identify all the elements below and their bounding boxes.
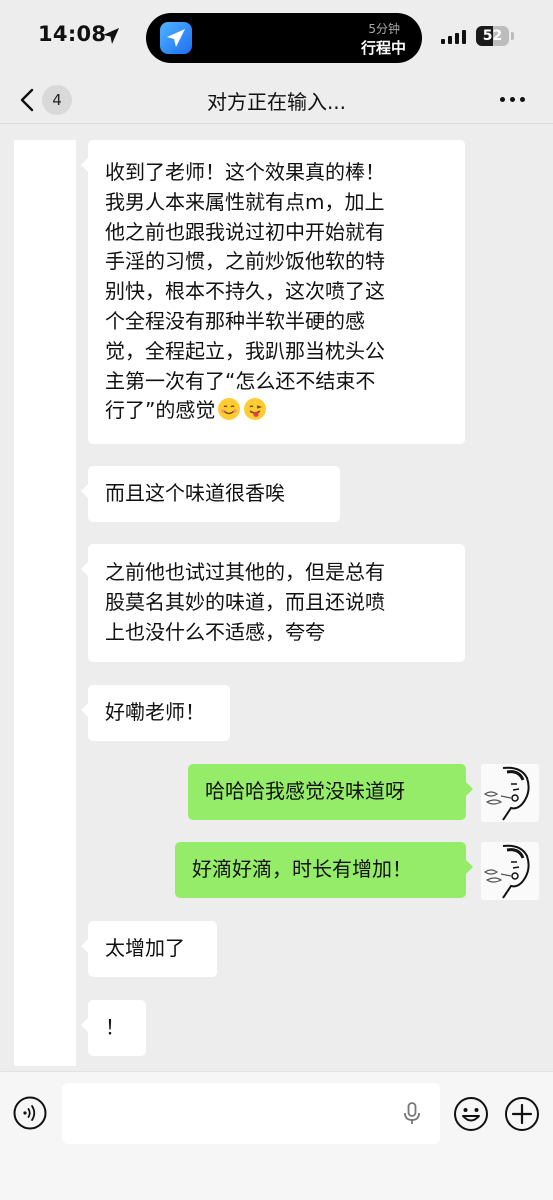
message-line: 我男人本来属性就有点m，加上 (105, 189, 385, 214)
message-line: 他之前也跟我说过初中开始就有 (105, 219, 385, 244)
message-bubble-incoming[interactable]: 好嘞老师！ (81, 685, 230, 741)
message-line: 个全程没有那种半软半硬的感 (105, 308, 365, 333)
emoji-icon[interactable] (453, 1096, 489, 1132)
message-line: 行了”的感觉 (105, 398, 216, 423)
battery-level: 52 (482, 28, 503, 44)
message-bubble-incoming[interactable]: 而且这个味道很香唉 (81, 466, 340, 522)
message-line: 而且这个味道很香唉 (105, 481, 285, 505)
chat-header: 4 对方正在输入... (0, 76, 553, 124)
message-bubble-incoming[interactable]: 之前他也试过其他的，但是总有 股莫名其妙的味道，而且还说喷 上也没什么不适感，夸… (81, 544, 465, 662)
message-line: ！ (105, 1015, 125, 1039)
chat-title: 对方正在输入... (206, 90, 347, 114)
travel-app-icon (160, 22, 192, 54)
message-bubble-incoming[interactable]: 收到了老师！这个效果真的棒！ 我男人本来属性就有点m，加上 他之前也跟我说过初中… (81, 140, 465, 444)
location-arrow-icon (103, 28, 119, 44)
plus-icon[interactable] (504, 1096, 540, 1132)
message-line: 手淫的习惯，之前炒饭他软的特 (105, 249, 385, 274)
message-list[interactable]: 收到了老师！这个效果真的棒！ 我男人本来属性就有点m，加上 他之前也跟我说过初中… (0, 125, 553, 1071)
cellular-signal-icon (441, 30, 469, 44)
dynamic-island[interactable]: 5分钟 行程中 (146, 13, 422, 63)
message-input[interactable] (62, 1083, 440, 1144)
message-line: 觉，全程起立，我趴那当枕头公 (105, 338, 385, 363)
my-avatar[interactable] (481, 842, 539, 900)
message-bubble-outgoing[interactable]: 好滴好滴，时长有增加！ (175, 842, 473, 898)
message-line: 太增加了 (105, 936, 185, 960)
island-duration: 5分钟 (368, 22, 400, 36)
message-bubble-incoming[interactable]: ！ (81, 1000, 146, 1056)
tongue-face-icon (244, 398, 267, 421)
island-status: 行程中 (360, 39, 406, 57)
message-bubble-incoming[interactable]: 太增加了 (81, 921, 217, 977)
my-avatar[interactable] (481, 764, 539, 822)
status-time: 14:08 (38, 22, 107, 46)
message-line: 主第一次有了“怎么还不结束不 (105, 368, 376, 393)
message-bubble-outgoing[interactable]: 哈哈哈我感觉没味道呀 (188, 764, 473, 820)
message-line: 收到了老师！这个效果真的棒！ (105, 160, 385, 184)
message-line: 好滴好滴，时长有增加！ (192, 857, 412, 881)
battery-icon: 52 (476, 26, 509, 46)
microphone-icon[interactable] (402, 1102, 422, 1126)
voice-icon[interactable] (13, 1096, 47, 1130)
message-line: 上也没什么不适感，夸夸 (105, 619, 325, 644)
smiling-face-icon (218, 398, 241, 421)
message-line: 别快，根本不持久，这次喷了这 (105, 279, 385, 304)
more-options-button[interactable] (498, 95, 528, 105)
contact-avatar[interactable] (14, 140, 76, 1066)
message-line: 哈哈哈我感觉没味道呀 (205, 779, 405, 803)
input-bar (0, 1071, 553, 1200)
status-bar: 14:08 5分钟 行程中 52 (0, 0, 553, 76)
message-line: 好嘞老师！ (105, 700, 205, 724)
message-line: 股莫名其妙的味道，而且还说喷 (105, 589, 385, 614)
message-line: 之前他也试过其他的，但是总有 (105, 560, 385, 584)
